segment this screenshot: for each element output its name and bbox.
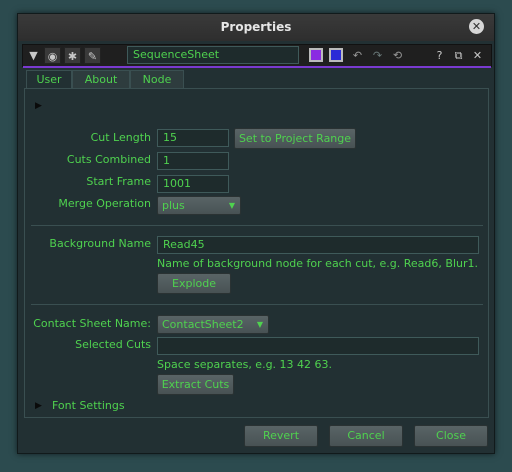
expand-triangle-icon[interactable]: ▶	[35, 101, 42, 111]
contact-sheet-name-label: Contact Sheet Name:	[33, 317, 151, 330]
toolbar-accent	[23, 66, 491, 68]
background-name-note: Name of background node for each cut, e.…	[157, 257, 478, 270]
tab-node[interactable]: Node	[130, 70, 184, 88]
properties-window: Properties ✕ ▼ ◉ ✱ ✎ SequenceSheet ↶ ↷ ⟲…	[17, 13, 495, 454]
cut-length-label: Cut Length	[90, 131, 151, 144]
window-title: Properties	[220, 20, 292, 34]
help-icon[interactable]: ?	[431, 47, 448, 64]
tab-user[interactable]: User	[26, 70, 72, 88]
gl-color-swatch[interactable]	[329, 48, 343, 62]
chevron-down-icon: ▼	[228, 201, 235, 210]
center-node-icon[interactable]: ◉	[44, 47, 61, 64]
redo-icon[interactable]: ↷	[369, 47, 386, 64]
section-divider	[31, 225, 483, 226]
node-color-swatch[interactable]	[309, 48, 323, 62]
revert-knobs-icon[interactable]: ⟲	[389, 47, 406, 64]
section-divider	[31, 304, 483, 305]
node-name-field[interactable]: SequenceSheet	[127, 46, 299, 64]
font-settings-label[interactable]: Font Settings	[52, 399, 125, 413]
extract-cuts-button[interactable]: Extract Cuts	[157, 374, 234, 395]
float-panel-icon[interactable]: ⧉	[450, 47, 467, 64]
collapse-triangle-icon[interactable]: ▼	[25, 47, 42, 64]
explode-button[interactable]: Explode	[157, 273, 231, 294]
start-frame-label: Start Frame	[86, 175, 151, 188]
selected-cuts-note: Space separates, e.g. 13 42 63.	[157, 358, 333, 371]
cuts-combined-input[interactable]: 1	[157, 152, 229, 170]
tab-about[interactable]: About	[72, 70, 130, 88]
close-button[interactable]: Close	[414, 425, 488, 447]
set-to-project-range-button[interactable]: Set to Project Range	[234, 128, 356, 149]
selected-cuts-input[interactable]	[157, 337, 479, 355]
revert-button[interactable]: Revert	[244, 425, 318, 447]
user-tab-panel: ▶ Cut Length 15 Set to Project Range Cut…	[24, 88, 489, 418]
background-name-input[interactable]: Read45	[157, 236, 479, 254]
undo-icon[interactable]: ↶	[349, 47, 366, 64]
merge-operation-dropdown[interactable]: plus ▼	[157, 196, 241, 215]
title-bar[interactable]: Properties ✕	[18, 14, 494, 41]
start-frame-input[interactable]: 1001	[157, 175, 229, 193]
bug-icon[interactable]: ✱	[64, 47, 81, 64]
close-window-icon[interactable]: ✕	[469, 19, 484, 34]
font-settings-expand-icon[interactable]: ▶	[35, 401, 42, 411]
cuts-combined-label: Cuts Combined	[66, 153, 151, 166]
cut-length-input[interactable]: 15	[157, 129, 229, 147]
selected-cuts-label: Selected Cuts	[75, 338, 151, 351]
cancel-button[interactable]: Cancel	[329, 425, 403, 447]
background-name-label: Background Name	[49, 237, 151, 250]
contact-sheet-value: ContactSheet2	[162, 318, 244, 331]
wrench-icon[interactable]: ✎	[84, 47, 101, 64]
close-panel-icon[interactable]: ✕	[469, 47, 486, 64]
merge-operation-label: Merge Operation	[58, 197, 151, 210]
node-toolbar: ▼ ◉ ✱ ✎ SequenceSheet ↶ ↷ ⟲ ? ⧉ ✕	[22, 44, 492, 68]
contact-sheet-dropdown[interactable]: ContactSheet2 ▼	[157, 315, 269, 334]
chevron-down-icon: ▼	[256, 320, 263, 329]
merge-operation-value: plus	[162, 199, 185, 212]
